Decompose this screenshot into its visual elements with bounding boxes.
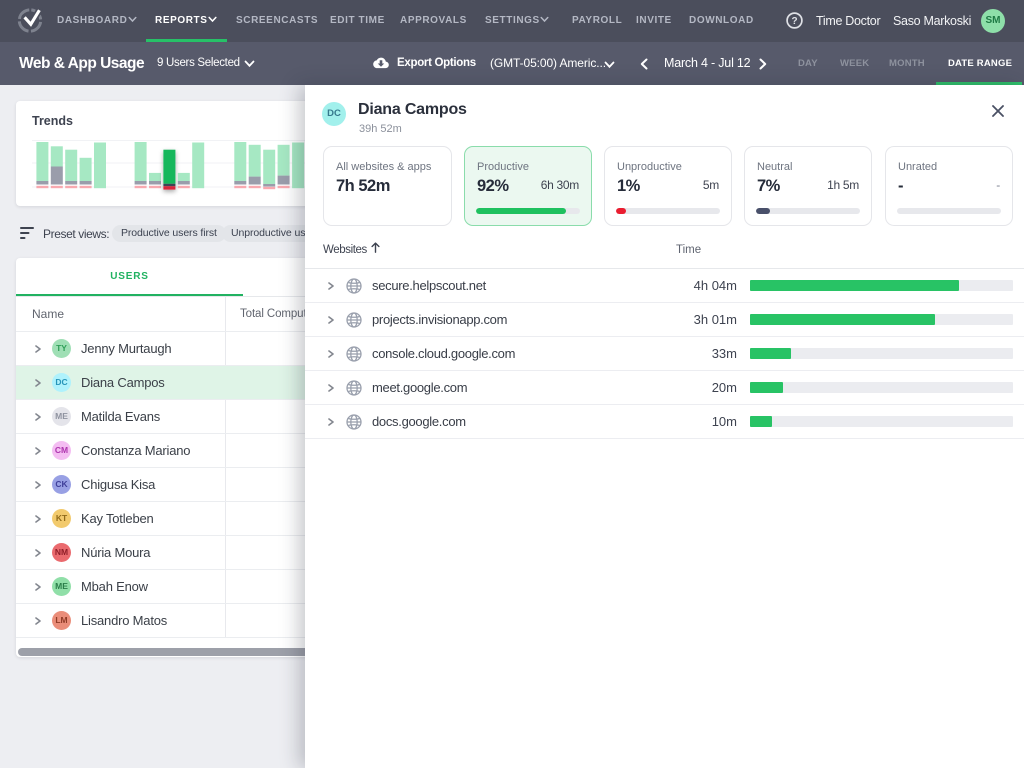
svg-text:?: ? — [791, 16, 797, 27]
